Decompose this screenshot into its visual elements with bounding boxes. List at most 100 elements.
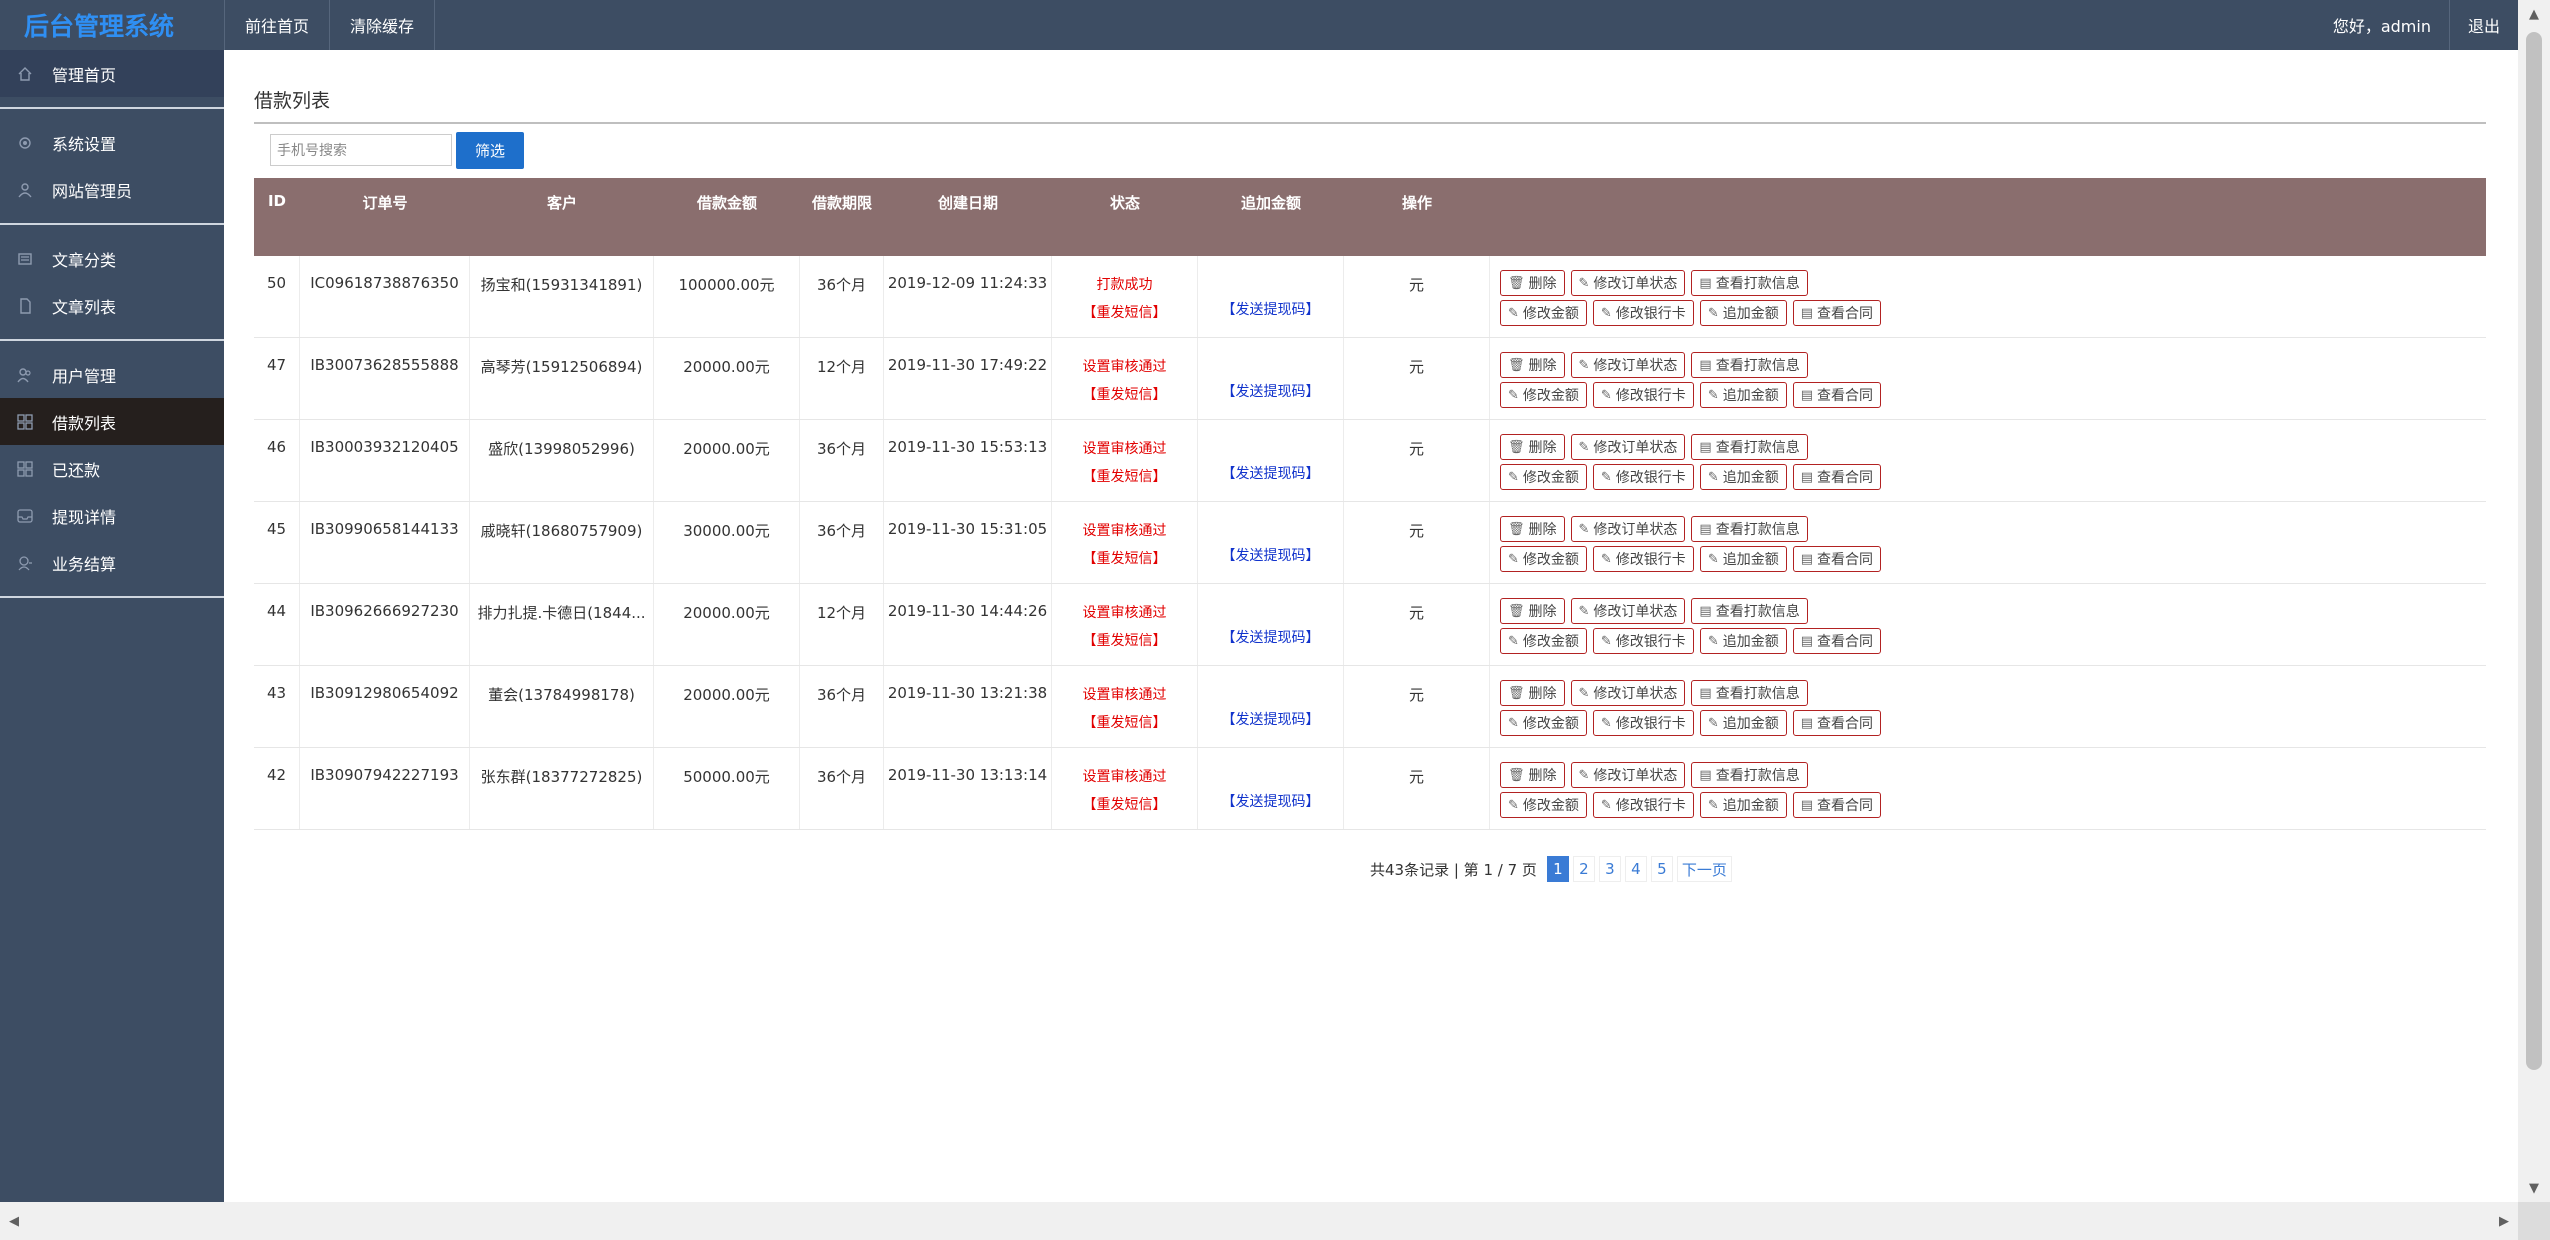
add-amount-button[interactable]: ✎ 追加金额	[1699, 300, 1787, 326]
add-amount-button[interactable]: ✎ 追加金额	[1699, 710, 1787, 736]
delete-button[interactable]: 🗑 删除	[1500, 434, 1565, 460]
edit-bank-card-button[interactable]: ✎ 修改银行卡	[1592, 546, 1694, 572]
page-link-3[interactable]: 3	[1598, 856, 1621, 882]
add-amount-button[interactable]: ✎ 追加金额	[1699, 546, 1787, 572]
send-withdraw-code-link[interactable]: 【发送提现码】	[1198, 627, 1343, 647]
page-link-1[interactable]: 1	[1546, 856, 1569, 882]
view-payment-info-button[interactable]: ▤ 查看打款信息	[1691, 680, 1808, 706]
status-link[interactable]: 设置审核通过	[1052, 766, 1197, 786]
add-amount-button[interactable]: ✎ 追加金额	[1699, 792, 1787, 818]
status-link[interactable]: 设置审核通过	[1052, 356, 1197, 376]
edit-order-status-button[interactable]: ✎ 修改订单状态	[1570, 270, 1686, 296]
add-amount-button[interactable]: ✎ 追加金额	[1699, 628, 1787, 654]
view-contract-button[interactable]: ▤ 查看合同	[1792, 300, 1882, 326]
send-withdraw-code-link[interactable]: 【发送提现码】	[1198, 545, 1343, 565]
scroll-up-arrow-icon[interactable]: ▲	[2518, 0, 2550, 28]
edit-order-status-button[interactable]: ✎ 修改订单状态	[1570, 352, 1686, 378]
edit-order-status-button[interactable]: ✎ 修改订单状态	[1570, 516, 1686, 542]
edit-bank-card-button[interactable]: ✎ 修改银行卡	[1592, 382, 1694, 408]
sidebar-item-settlement[interactable]: 业务结算	[0, 539, 224, 586]
view-payment-info-button[interactable]: ▤ 查看打款信息	[1691, 598, 1808, 624]
brand-logo[interactable]: 后台管理系统	[0, 0, 224, 50]
view-contract-button[interactable]: ▤ 查看合同	[1792, 792, 1882, 818]
phone-search-input[interactable]	[270, 134, 452, 166]
scroll-down-arrow-icon[interactable]: ▼	[2518, 1174, 2550, 1202]
next-page-link[interactable]: 下一页	[1676, 856, 1732, 882]
edit-order-status-button[interactable]: ✎ 修改订单状态	[1570, 598, 1686, 624]
edit-amount-button[interactable]: ✎ 修改金额	[1500, 710, 1587, 736]
sidebar-item-users[interactable]: 用户管理	[0, 351, 224, 398]
page-link-2[interactable]: 2	[1572, 856, 1595, 882]
view-contract-button[interactable]: ▤ 查看合同	[1792, 382, 1882, 408]
vertical-scrollbar[interactable]: ▲ ▼	[2518, 0, 2550, 1202]
status-link[interactable]: 设置审核通过	[1052, 684, 1197, 704]
sidebar-item-repaid[interactable]: 已还款	[0, 445, 224, 492]
view-contract-button[interactable]: ▤ 查看合同	[1792, 628, 1882, 654]
nav-clear-cache-link[interactable]: 清除缓存	[329, 0, 436, 50]
send-withdraw-code-link[interactable]: 【发送提现码】	[1198, 709, 1343, 729]
view-payment-info-button[interactable]: ▤ 查看打款信息	[1691, 762, 1808, 788]
edit-bank-card-button[interactable]: ✎ 修改银行卡	[1592, 710, 1694, 736]
edit-amount-button[interactable]: ✎ 修改金额	[1500, 300, 1587, 326]
delete-button[interactable]: 🗑 删除	[1500, 352, 1565, 378]
edit-order-status-button[interactable]: ✎ 修改订单状态	[1570, 434, 1686, 460]
send-withdraw-code-link[interactable]: 【发送提现码】	[1198, 299, 1343, 319]
edit-bank-card-button[interactable]: ✎ 修改银行卡	[1592, 464, 1694, 490]
send-withdraw-code-link[interactable]: 【发送提现码】	[1198, 381, 1343, 401]
sidebar-item-article-categories[interactable]: 文章分类	[0, 235, 224, 282]
edit-bank-card-button[interactable]: ✎ 修改银行卡	[1592, 792, 1694, 818]
horizontal-scrollbar[interactable]: ◀ ▶	[0, 1202, 2518, 1240]
delete-button[interactable]: 🗑 删除	[1500, 762, 1565, 788]
logout-link[interactable]: 退出	[2450, 0, 2518, 50]
send-withdraw-code-link[interactable]: 【发送提现码】	[1198, 463, 1343, 483]
vertical-scrollbar-thumb[interactable]	[2526, 32, 2542, 1070]
send-withdraw-code-link[interactable]: 【发送提现码】	[1198, 791, 1343, 811]
delete-button[interactable]: 🗑 删除	[1500, 598, 1565, 624]
view-payment-info-button[interactable]: ▤ 查看打款信息	[1691, 516, 1808, 542]
view-payment-info-button[interactable]: ▤ 查看打款信息	[1691, 434, 1808, 460]
status-link[interactable]: 设置审核通过	[1052, 438, 1197, 458]
sidebar-item-settings[interactable]: 系统设置	[0, 119, 224, 166]
status-link[interactable]: 设置审核通过	[1052, 520, 1197, 540]
resend-sms-link[interactable]: 【重发短信】	[1052, 384, 1197, 404]
view-contract-button[interactable]: ▤ 查看合同	[1792, 464, 1882, 490]
sidebar-item-withdraw-details[interactable]: 提现详情	[0, 492, 224, 539]
delete-button[interactable]: 🗑 删除	[1500, 270, 1565, 296]
edit-bank-card-button[interactable]: ✎ 修改银行卡	[1592, 300, 1694, 326]
sidebar-item-loan-list[interactable]: 借款列表	[0, 398, 224, 445]
view-contract-button[interactable]: ▤ 查看合同	[1792, 546, 1882, 572]
resend-sms-link[interactable]: 【重发短信】	[1052, 712, 1197, 732]
op-icon: ✎	[1508, 469, 1519, 485]
sidebar-item-article-list[interactable]: 文章列表	[0, 282, 224, 329]
delete-button[interactable]: 🗑 删除	[1500, 516, 1565, 542]
resend-sms-link[interactable]: 【重发短信】	[1052, 302, 1197, 322]
scroll-right-arrow-icon[interactable]: ▶	[2490, 1202, 2518, 1240]
status-link[interactable]: 打款成功	[1052, 274, 1197, 294]
add-amount-button[interactable]: ✎ 追加金额	[1699, 382, 1787, 408]
resend-sms-link[interactable]: 【重发短信】	[1052, 548, 1197, 568]
resend-sms-link[interactable]: 【重发短信】	[1052, 466, 1197, 486]
resend-sms-link[interactable]: 【重发短信】	[1052, 630, 1197, 650]
sidebar-item-dashboard[interactable]: 管理首页	[0, 50, 224, 97]
view-contract-button[interactable]: ▤ 查看合同	[1792, 710, 1882, 736]
view-payment-info-button[interactable]: ▤ 查看打款信息	[1691, 270, 1808, 296]
sidebar-item-admins[interactable]: 网站管理员	[0, 166, 224, 213]
edit-bank-card-button[interactable]: ✎ 修改银行卡	[1592, 628, 1694, 654]
resend-sms-link[interactable]: 【重发短信】	[1052, 794, 1197, 814]
edit-order-status-button[interactable]: ✎ 修改订单状态	[1570, 680, 1686, 706]
nav-home-link[interactable]: 前往首页	[224, 0, 329, 50]
edit-amount-button[interactable]: ✎ 修改金额	[1500, 628, 1587, 654]
status-link[interactable]: 设置审核通过	[1052, 602, 1197, 622]
page-link-4[interactable]: 4	[1624, 856, 1647, 882]
edit-amount-button[interactable]: ✎ 修改金额	[1500, 464, 1587, 490]
page-link-5[interactable]: 5	[1650, 856, 1673, 882]
edit-amount-button[interactable]: ✎ 修改金额	[1500, 792, 1587, 818]
edit-amount-button[interactable]: ✎ 修改金额	[1500, 382, 1587, 408]
delete-button[interactable]: 🗑 删除	[1500, 680, 1565, 706]
view-payment-info-button[interactable]: ▤ 查看打款信息	[1691, 352, 1808, 378]
filter-button[interactable]: 筛选	[456, 132, 524, 169]
edit-amount-button[interactable]: ✎ 修改金额	[1500, 546, 1587, 572]
edit-order-status-button[interactable]: ✎ 修改订单状态	[1570, 762, 1686, 788]
add-amount-button[interactable]: ✎ 追加金额	[1699, 464, 1787, 490]
scroll-left-arrow-icon[interactable]: ◀	[0, 1202, 28, 1240]
